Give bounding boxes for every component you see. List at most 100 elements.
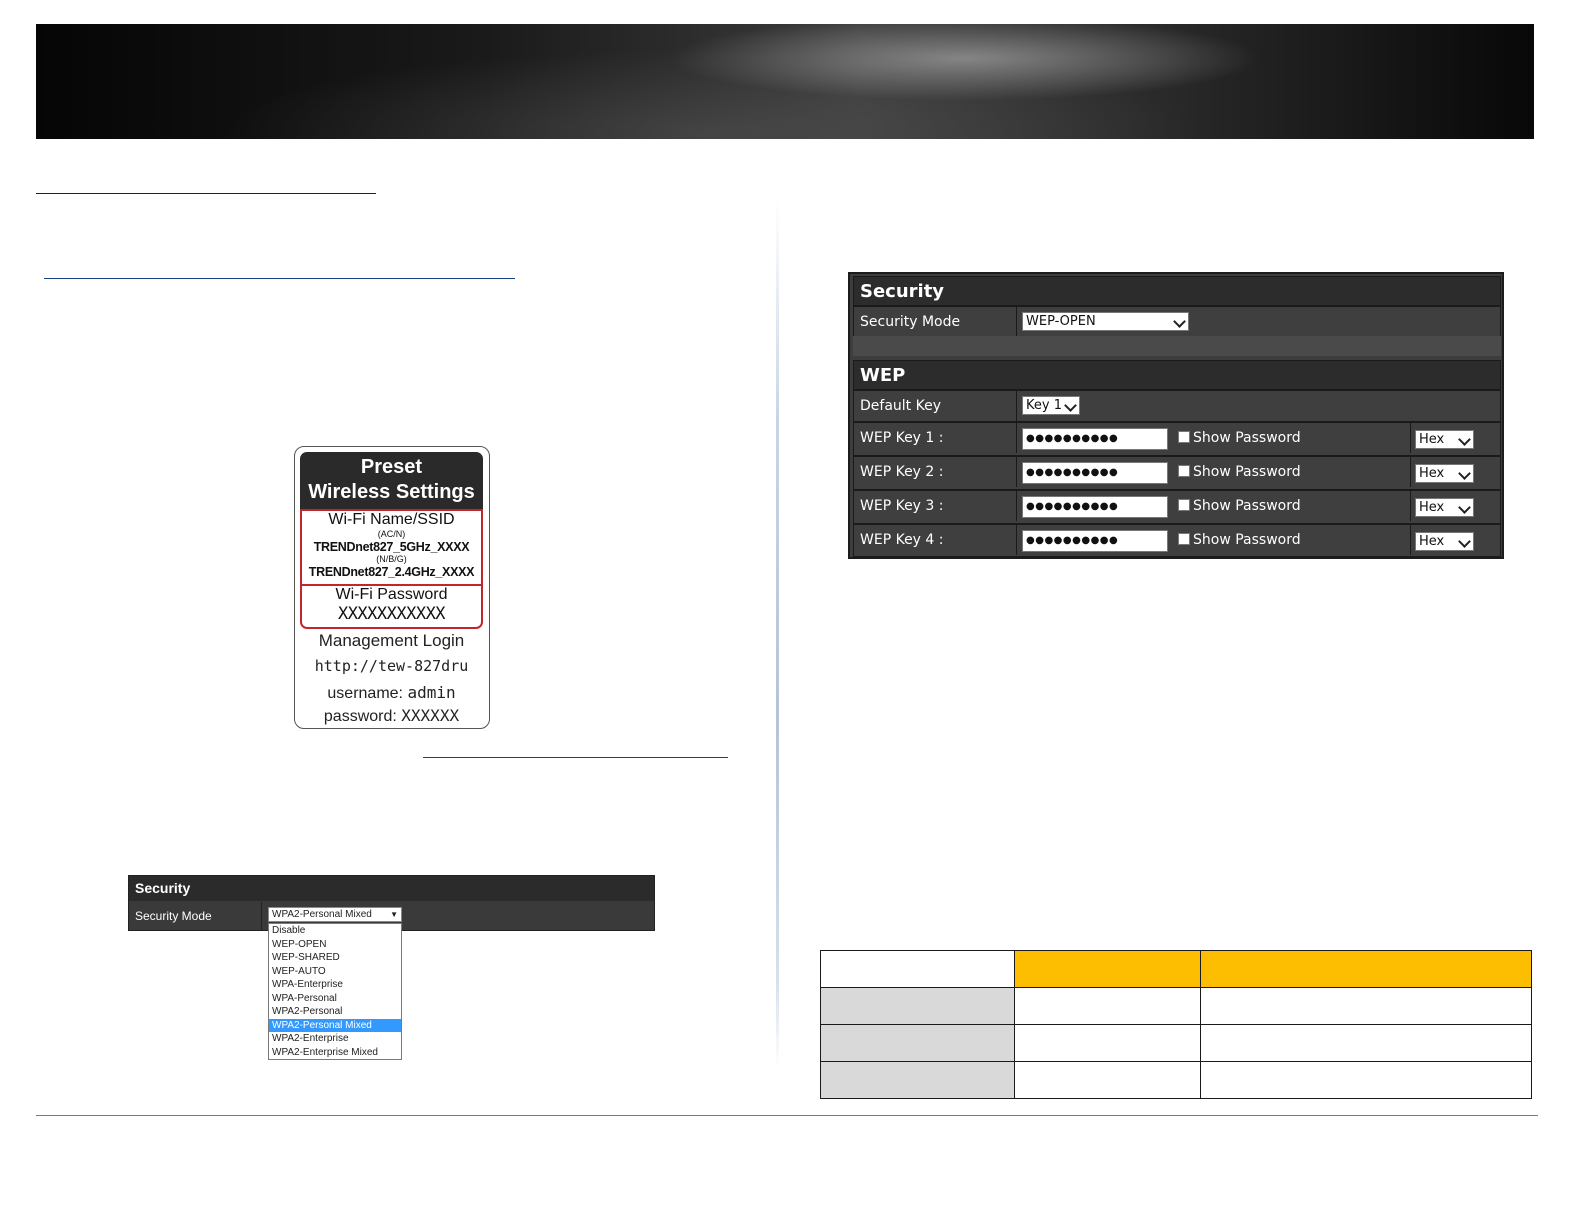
dropdown-option[interactable]: WPA-Personal: [269, 992, 401, 1006]
key-format-select[interactable]: Hex: [1415, 532, 1474, 551]
security-mode-row: Security Mode WEP-OPEN: [853, 306, 1501, 338]
key-format-select[interactable]: Hex: [1415, 464, 1474, 483]
table-cell: [1014, 987, 1201, 1025]
show-password-label: Show Password: [1193, 498, 1301, 514]
dropdown-option[interactable]: WPA2-Personal Mixed: [269, 1018, 401, 1032]
table-row: [820, 1024, 1532, 1062]
table-cell: [820, 987, 1015, 1025]
table-cell: [1200, 987, 1532, 1025]
security-panel-wep: Security Security Mode WEP-OPEN WEP Defa…: [848, 272, 1504, 559]
username-value: admin: [407, 683, 456, 702]
label-title-line1: Preset: [360, 456, 423, 478]
preset-settings-label: Preset Wireless Settings Wi-Fi Name/SSID…: [294, 446, 490, 729]
wep-key-row: WEP Key 4 : ●●●●●●●●●● Show Password Hex: [853, 524, 1501, 557]
management-url: http://tew-827dru: [314, 657, 469, 675]
table-header-cell: [1014, 950, 1201, 988]
security-header: Security: [129, 876, 654, 901]
label-card-header: Preset Wireless Settings: [300, 452, 483, 510]
chevron-down-icon: [1458, 535, 1471, 548]
dropdown-option[interactable]: WEP-AUTO: [269, 965, 401, 979]
management-title: Management Login: [318, 631, 465, 650]
heading-underline: [36, 193, 376, 194]
security-mode-options: Disable WEP-OPEN WEP-SHARED WEP-AUTO WPA-Ent…: [268, 923, 402, 1060]
dropdown-option[interactable]: WEP-OPEN: [269, 938, 401, 952]
key-format-value: Hex: [1419, 534, 1445, 549]
wep-key-input[interactable]: ●●●●●●●●●●: [1022, 530, 1168, 552]
footer-divider: [36, 1115, 1538, 1116]
show-password-checkbox[interactable]: [1178, 431, 1190, 443]
key-format-value: Hex: [1419, 432, 1445, 447]
link-underline: [44, 278, 515, 279]
security-mode-value: WEP-OPEN: [1026, 314, 1096, 329]
ssid-24ghz: TRENDnet827_2.4GHz_XXXX: [308, 565, 475, 579]
dropdown-option[interactable]: WPA2-Personal: [269, 1005, 401, 1019]
label-title-line2: Wireless Settings: [308, 481, 475, 503]
key-format-select[interactable]: Hex: [1415, 498, 1474, 517]
username-label: username:: [327, 685, 403, 702]
dropdown-option[interactable]: WPA2-Enterprise Mixed: [269, 1046, 401, 1060]
column-divider: [1410, 525, 1411, 555]
key-format-value: Hex: [1419, 500, 1445, 515]
dropdown-option[interactable]: WPA2-Enterprise: [269, 1032, 401, 1046]
security-mode-label: Security Mode: [129, 902, 262, 930]
password-value: XXXXXX: [401, 706, 460, 725]
column-divider: [776, 200, 779, 1070]
wep-key-row: WEP Key 3 : ●●●●●●●●●● Show Password Hex: [853, 490, 1501, 524]
table-cell: [1200, 1024, 1532, 1062]
table-cell: [820, 1024, 1015, 1062]
table-header-row: [820, 950, 1532, 988]
table-cell: [1014, 1024, 1201, 1062]
link-underline: [423, 757, 728, 758]
key-format-value: Hex: [1419, 466, 1445, 481]
show-password-label: Show Password: [1193, 464, 1301, 480]
dropdown-option[interactable]: WPA-Enterprise: [269, 978, 401, 992]
chevron-down-icon: [1458, 467, 1471, 480]
wep-key-input[interactable]: ●●●●●●●●●●: [1022, 428, 1168, 450]
chevron-down-icon: [1458, 501, 1471, 514]
wep-key-input[interactable]: ●●●●●●●●●●: [1022, 462, 1168, 484]
default-key-row: Default Key Key 1: [853, 390, 1501, 422]
table-cell: [1200, 1061, 1532, 1099]
band-n-b-g: (N/B/G): [376, 554, 407, 564]
security-mode-label: Security Mode: [854, 307, 1017, 337]
show-password-checkbox[interactable]: [1178, 499, 1190, 511]
security-mode-value: WPA2-Personal Mixed: [272, 909, 372, 920]
show-password-label: Show Password: [1193, 430, 1301, 446]
show-password-checkbox[interactable]: [1178, 533, 1190, 545]
key-format-select[interactable]: Hex: [1415, 430, 1474, 449]
section-spacer: [853, 336, 1501, 356]
band-ac-n: (AC/N): [377, 529, 406, 539]
wep-key-row: WEP Key 1 : ●●●●●●●●●● Show Password Hex: [853, 422, 1501, 456]
wep-key-row: WEP Key 2 : ●●●●●●●●●● Show Password Hex: [853, 456, 1501, 490]
show-password-checkbox[interactable]: [1178, 465, 1190, 477]
security-table: [820, 950, 1532, 1099]
table-row: [820, 987, 1532, 1025]
wep-key-label: WEP Key 3 :: [854, 491, 1017, 521]
dropdown-option[interactable]: Disable: [269, 924, 401, 938]
wifi-name-box: Wi-Fi Name/SSID (AC/N) TRENDnet827_5GHz_…: [300, 509, 483, 586]
wifi-password-value: XXXXXXXXXXX: [337, 604, 446, 624]
column-divider: [1410, 423, 1411, 453]
table-cell: [820, 950, 1015, 988]
wep-key-label: WEP Key 1 :: [854, 423, 1017, 453]
ssid-5ghz: TRENDnet827_5GHz_XXXX: [313, 540, 470, 554]
wifi-password-box: Wi-Fi Password XXXXXXXXXXX: [300, 584, 483, 629]
password-line: password: XXXXXX: [295, 705, 488, 728]
table-cell: [820, 1061, 1015, 1099]
security-mode-select[interactable]: WPA2-Personal Mixed ▼: [268, 907, 402, 922]
table-row: [820, 1061, 1532, 1099]
password-label: password:: [323, 708, 397, 725]
table-cell: [1014, 1061, 1201, 1099]
wep-header: WEP: [853, 360, 1501, 390]
wep-key-label: WEP Key 4 :: [854, 525, 1017, 555]
wep-key-input[interactable]: ●●●●●●●●●●: [1022, 496, 1168, 518]
default-key-value: Key 1: [1026, 398, 1062, 413]
wifi-name-title: Wi-Fi Name/SSID: [328, 511, 455, 528]
chevron-down-icon: [1173, 315, 1186, 328]
wep-key-label: WEP Key 2 :: [854, 457, 1017, 487]
default-key-select[interactable]: Key 1: [1022, 396, 1080, 415]
security-mode-select[interactable]: WEP-OPEN: [1022, 312, 1189, 331]
security-header: Security: [853, 276, 1501, 306]
dropdown-option[interactable]: WEP-SHARED: [269, 951, 401, 965]
header-banner: [36, 24, 1534, 139]
